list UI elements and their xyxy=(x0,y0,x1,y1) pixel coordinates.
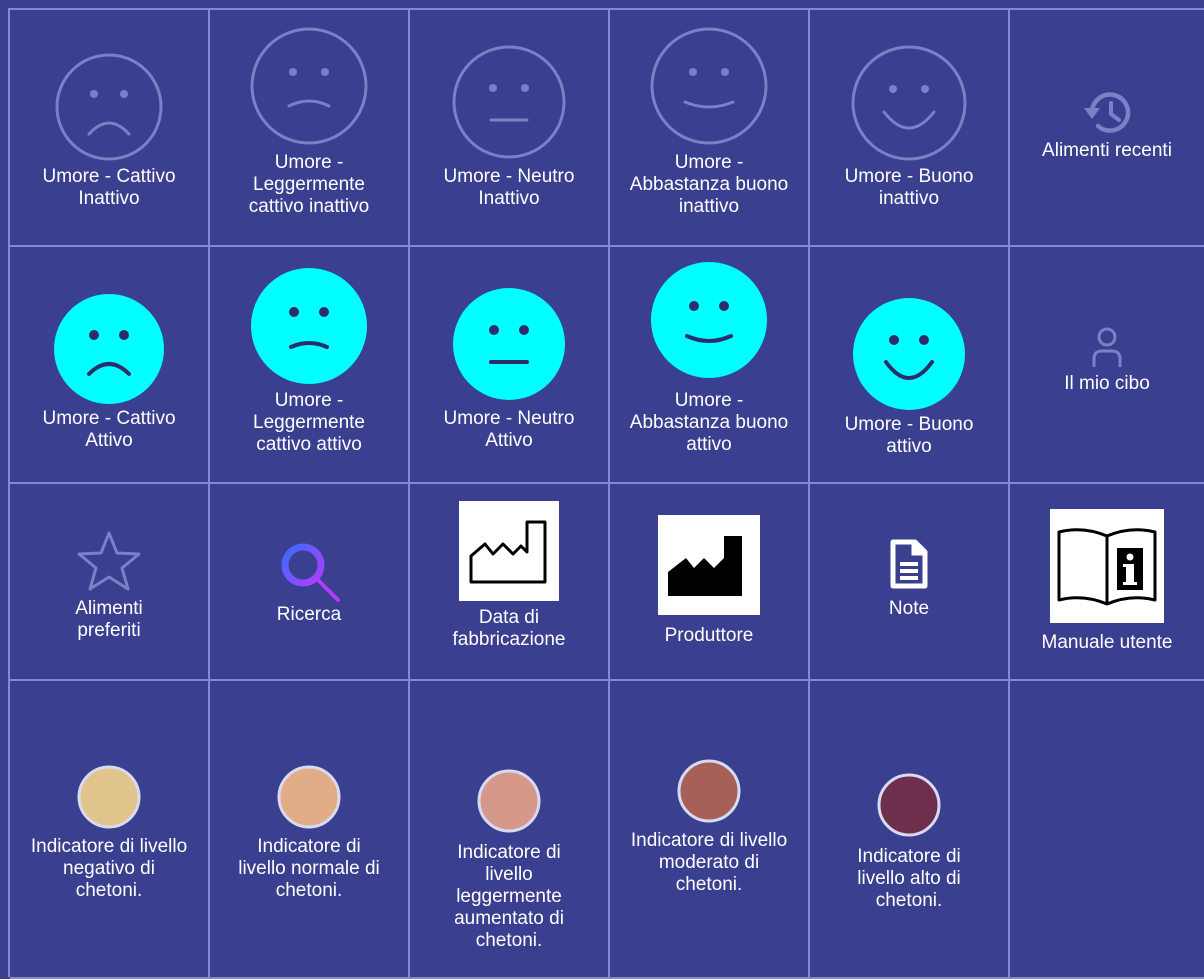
mood-neutral-inactive-cell: Umore - Neutro Inattivo xyxy=(410,10,610,247)
slightly-sad-face-outline-icon xyxy=(249,26,369,146)
cell-label: Umore - Cattivo Inattivo xyxy=(42,166,176,209)
cell-label: Indicatore di livello alto di chetoni. xyxy=(857,846,961,911)
cell-label: Indicatore di livello leggermente aument… xyxy=(454,842,564,951)
star-icon xyxy=(76,530,142,592)
ketone-moderate-icon xyxy=(676,758,742,824)
mood-bad-active-cell: Umore - Cattivo Attivo xyxy=(10,247,210,484)
neutral-face-icon xyxy=(453,288,565,400)
recent-foods-cell: Alimenti recenti xyxy=(1010,10,1204,247)
ketone-slight-icon xyxy=(476,768,542,834)
ketone-normal-cell: Indicatore di livello normale di chetoni… xyxy=(210,681,410,979)
cell-label: Umore - Neutro Inattivo xyxy=(443,166,575,209)
cell-label: Umore - Abbastanza buono inattivo xyxy=(629,152,789,217)
mood-fairly-good-inactive-cell: Umore - Abbastanza buono inattivo xyxy=(610,10,810,247)
ketone-high-icon xyxy=(876,772,942,838)
cell-label: Umore - Leggermente cattivo attivo xyxy=(253,390,365,455)
person-icon xyxy=(1091,327,1123,369)
sad-face-outline-icon xyxy=(54,52,164,162)
cell-label: Manuale utente xyxy=(1041,632,1173,653)
cell-label: Umore - Abbastanza buono attivo xyxy=(629,390,789,455)
ketone-slight-cell: Indicatore di livello leggermente aument… xyxy=(410,681,610,979)
mood-fairly-good-active-cell: Umore - Abbastanza buono attivo xyxy=(610,247,810,484)
empty-cell xyxy=(1010,681,1204,979)
cell-label: Ricerca xyxy=(276,604,342,625)
cell-label: Umore - Leggermente cattivo inattivo xyxy=(248,152,370,217)
cell-label: Indicatore di livello normale di chetoni… xyxy=(238,836,380,901)
cell-label: Note xyxy=(888,598,930,619)
cell-label: Produttore xyxy=(664,625,754,646)
my-food-cell: Il mio cibo xyxy=(1010,247,1204,484)
manufacture-date-cell: Data di fabbricazione xyxy=(410,484,610,681)
neutral-face-outline-icon xyxy=(451,44,567,160)
cell-label: Il mio cibo xyxy=(1064,373,1150,394)
ketone-normal-icon xyxy=(276,764,342,830)
happy-face-outline-icon xyxy=(850,44,968,162)
ketone-negative-cell: Indicatore di livello negativo di cheton… xyxy=(10,681,210,979)
search-icon xyxy=(276,538,342,604)
cell-label: Umore - Cattivo Attivo xyxy=(42,408,176,451)
cell-label: Alimenti recenti xyxy=(1042,140,1172,161)
cell-label: Umore - Neutro Attivo xyxy=(443,408,575,451)
cell-label: Umore - Buono attivo xyxy=(844,414,974,457)
favorite-foods-cell: Alimenti preferiti xyxy=(10,484,210,681)
mood-good-inactive-cell: Umore - Buono inattivo xyxy=(810,10,1010,247)
mood-slightly-bad-active-cell: Umore - Leggermente cattivo attivo xyxy=(210,247,410,484)
cell-label: Indicatore di livello negativo di cheton… xyxy=(30,836,188,901)
ketone-negative-icon xyxy=(76,764,142,830)
ketone-moderate-cell: Indicatore di livello moderato di cheton… xyxy=(610,681,810,979)
cell-label: Alimenti preferiti xyxy=(75,598,143,641)
mood-bad-inactive-cell: Umore - Cattivo Inattivo xyxy=(10,10,210,247)
manufacturer-icon xyxy=(658,515,760,615)
note-icon xyxy=(889,538,929,590)
slightly-sad-face-icon xyxy=(251,268,367,384)
mood-slightly-bad-inactive-cell: Umore - Leggermente cattivo inattivo xyxy=(210,10,410,247)
slightly-happy-face-outline-icon xyxy=(649,26,769,146)
search-cell: Ricerca xyxy=(210,484,410,681)
sad-face-icon xyxy=(54,294,164,404)
manufacture-date-icon xyxy=(459,501,559,601)
manufacturer-cell: Produttore xyxy=(610,484,810,681)
icon-legend-grid: Umore - Cattivo Inattivo Umore - Leggerm… xyxy=(8,8,1204,979)
ketone-high-cell: Indicatore di livello alto di chetoni. xyxy=(810,681,1010,979)
mood-neutral-active-cell: Umore - Neutro Attivo xyxy=(410,247,610,484)
user-manual-cell: Manuale utente xyxy=(1010,484,1204,681)
cell-label: Indicatore di livello moderato di cheton… xyxy=(630,830,788,895)
happy-face-icon xyxy=(853,298,965,410)
note-cell: Note xyxy=(810,484,1010,681)
cell-label: Data di fabbricazione xyxy=(452,607,566,650)
history-icon xyxy=(1082,90,1132,136)
cell-label: Umore - Buono inattivo xyxy=(844,166,974,209)
user-manual-icon xyxy=(1050,509,1164,623)
mood-good-active-cell: Umore - Buono attivo xyxy=(810,247,1010,484)
slightly-happy-face-icon xyxy=(651,262,767,378)
